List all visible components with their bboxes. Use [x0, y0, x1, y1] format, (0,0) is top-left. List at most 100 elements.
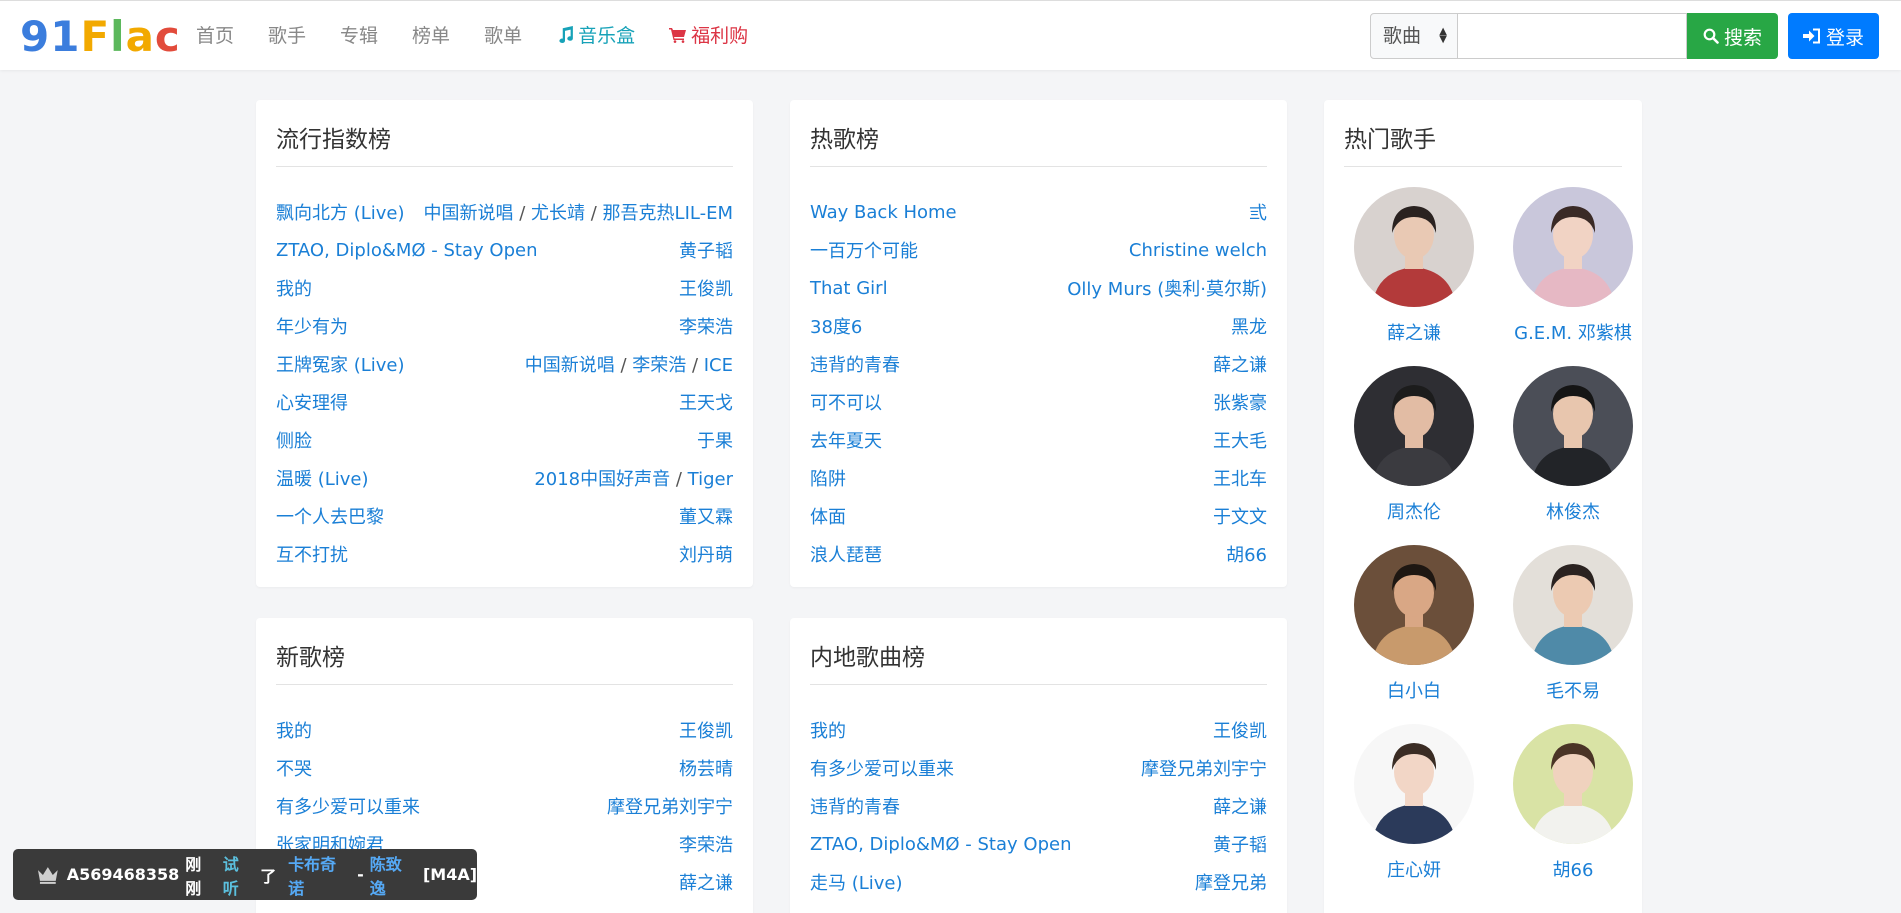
artist-link[interactable]: 王俊凯: [679, 279, 733, 300]
song-link[interactable]: 心安理得: [276, 389, 348, 415]
site-logo[interactable]: 91Flac: [20, 15, 181, 59]
artist-link[interactable]: 于文文: [1213, 507, 1267, 528]
song-link[interactable]: 可不可以: [810, 389, 882, 415]
artist-link[interactable]: 于果: [697, 431, 733, 452]
song-link[interactable]: 互不打扰: [276, 541, 348, 567]
song-link[interactable]: 走马 (Live): [810, 869, 903, 895]
song-link[interactable]: 我的: [276, 275, 312, 301]
artist-link[interactable]: Tiger: [688, 469, 733, 490]
artist-link[interactable]: Christine welch: [1129, 240, 1267, 261]
singer-avatar[interactable]: [1513, 545, 1633, 665]
artist-link[interactable]: 弎: [1249, 203, 1267, 224]
toast-artist-link[interactable]: 陈致逸: [370, 851, 417, 899]
artist-link[interactable]: 刘丹萌: [679, 545, 733, 566]
song-link[interactable]: 我的: [276, 717, 312, 743]
singer-name[interactable]: 胡66: [1494, 856, 1652, 882]
singer-card[interactable]: 林俊杰: [1494, 366, 1652, 524]
singer-name[interactable]: 林俊杰: [1494, 498, 1652, 524]
song-link[interactable]: 不哭: [276, 755, 312, 781]
artist-link[interactable]: 王天戈: [679, 393, 733, 414]
artist-link[interactable]: 王北车: [1213, 469, 1267, 490]
song-link[interactable]: 38度6: [810, 313, 862, 339]
singer-avatar[interactable]: [1513, 366, 1633, 486]
singer-name[interactable]: 周杰伦: [1335, 498, 1493, 524]
singer-card[interactable]: 白小白: [1335, 545, 1493, 703]
song-link[interactable]: ZTAO, Diplo&MØ - Stay Open: [810, 834, 1071, 855]
singer-card[interactable]: 胡66: [1494, 724, 1652, 882]
song-link[interactable]: 违背的青春: [810, 351, 900, 377]
artist-link[interactable]: 中国新说唱: [424, 203, 514, 224]
artist-link[interactable]: 摩登兄弟刘宇宁: [1141, 759, 1267, 780]
song-link[interactable]: 一百万个可能: [810, 237, 918, 263]
singer-name[interactable]: 白小白: [1335, 677, 1493, 703]
search-input[interactable]: [1458, 13, 1687, 59]
song-link[interactable]: 有多少爱可以重来: [810, 755, 954, 781]
song-link[interactable]: 王牌冤家 (Live): [276, 351, 405, 377]
singer-card[interactable]: G.E.M. 邓紫棋: [1494, 187, 1652, 345]
singer-card[interactable]: 庄心妍: [1335, 724, 1493, 882]
artist-link[interactable]: ICE: [704, 355, 733, 376]
artist-link[interactable]: 薛之谦: [679, 873, 733, 894]
song-link[interactable]: 侧脸: [276, 427, 312, 453]
singer-name[interactable]: 毛不易: [1494, 677, 1652, 703]
artist-link[interactable]: 张紫豪: [1213, 393, 1267, 414]
toast-song-link[interactable]: 卡布奇诺: [288, 851, 351, 899]
song-link[interactable]: 体面: [810, 503, 846, 529]
artist-link[interactable]: 薛之谦: [1213, 797, 1267, 818]
artist-link[interactable]: 李荣浩: [632, 355, 686, 376]
song-link[interactable]: 我的: [810, 717, 846, 743]
singer-card[interactable]: 毛不易: [1494, 545, 1652, 703]
nav-singers[interactable]: 歌手: [268, 23, 306, 49]
nav-home[interactable]: 首页: [196, 23, 234, 49]
singer-name[interactable]: 庄心妍: [1335, 856, 1493, 882]
song-link[interactable]: 浪人琵琶: [810, 541, 882, 567]
artist-link[interactable]: 2018中国好声音: [534, 469, 670, 490]
artist-link[interactable]: 中国新说唱: [525, 355, 615, 376]
singer-avatar[interactable]: [1513, 724, 1633, 844]
artist-link[interactable]: 那吾克热LIL-EM: [603, 203, 733, 224]
singer-avatar[interactable]: [1513, 187, 1633, 307]
singer-card[interactable]: 周杰伦: [1335, 366, 1493, 524]
nav-shop[interactable]: 福利购: [669, 23, 748, 49]
singer-name[interactable]: G.E.M. 邓紫棋: [1494, 319, 1652, 345]
artist-link[interactable]: 王俊凯: [679, 721, 733, 742]
artist-link[interactable]: 黑龙: [1231, 317, 1267, 338]
nav-musicbox[interactable]: 音乐盒: [556, 23, 635, 49]
singer-avatar[interactable]: [1354, 545, 1474, 665]
song-link[interactable]: 年少有为: [276, 313, 348, 339]
artist-link[interactable]: 李荣浩: [679, 317, 733, 338]
song-link[interactable]: 飘向北方 (Live): [276, 199, 405, 225]
song-link[interactable]: 有多少爱可以重来: [276, 793, 420, 819]
artist-link[interactable]: 薛之谦: [1213, 355, 1267, 376]
singer-card[interactable]: 薛之谦: [1335, 187, 1493, 345]
artist-link[interactable]: 王俊凯: [1213, 721, 1267, 742]
singer-avatar[interactable]: [1354, 724, 1474, 844]
artist-link[interactable]: 摩登兄弟: [1195, 873, 1267, 894]
artist-link[interactable]: 尤长靖: [531, 203, 585, 224]
search-button[interactable]: 搜索: [1687, 13, 1778, 59]
song-link[interactable]: 一个人去巴黎: [276, 503, 384, 529]
artist-link[interactable]: 杨芸晴: [679, 759, 733, 780]
artist-link[interactable]: 摩登兄弟刘宇宁: [607, 797, 733, 818]
artist-link[interactable]: 董又霖: [679, 507, 733, 528]
artist-link[interactable]: 黄子韬: [1213, 835, 1267, 856]
singer-name[interactable]: 薛之谦: [1335, 319, 1493, 345]
artist-link[interactable]: Olly Murs (奥利·莫尔斯): [1067, 279, 1267, 300]
nav-playlists[interactable]: 歌单: [484, 23, 522, 49]
nav-albums[interactable]: 专辑: [340, 23, 378, 49]
search-category-select[interactable]: 歌曲 ▲ ▼: [1370, 13, 1458, 59]
song-link[interactable]: 温暖 (Live): [276, 465, 369, 491]
singer-avatar[interactable]: [1354, 366, 1474, 486]
artist-link[interactable]: 黄子韬: [679, 241, 733, 262]
song-link[interactable]: Way Back Home: [810, 202, 957, 223]
singer-avatar[interactable]: [1354, 187, 1474, 307]
nav-charts[interactable]: 榜单: [412, 23, 450, 49]
artist-link[interactable]: 王大毛: [1213, 431, 1267, 452]
login-button[interactable]: 登录: [1788, 13, 1879, 59]
song-link[interactable]: 陷阱: [810, 465, 846, 491]
song-link[interactable]: ZTAO, Diplo&MØ - Stay Open: [276, 240, 537, 261]
song-link[interactable]: 违背的青春: [810, 793, 900, 819]
song-link[interactable]: That Girl: [810, 278, 888, 299]
artist-link[interactable]: 胡66: [1226, 545, 1267, 566]
artist-link[interactable]: 李荣浩: [679, 835, 733, 856]
